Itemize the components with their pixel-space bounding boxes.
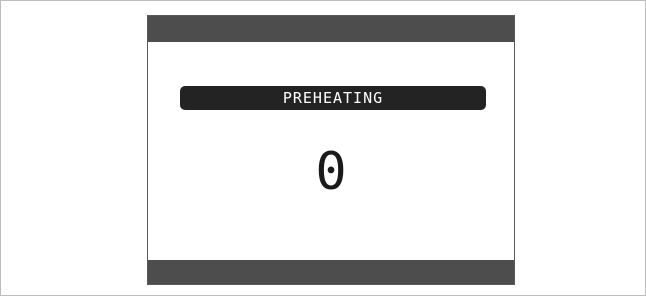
status-label: PREHEATING (282, 88, 384, 107)
value-readout: 0 (315, 142, 347, 202)
screen-bottom-bar (148, 260, 514, 284)
status-banner: PREHEATING (180, 86, 486, 110)
screen-top-bar (148, 16, 514, 42)
device-screen: PREHEATING 0 (147, 15, 515, 285)
figure-frame: PREHEATING 0 (0, 0, 646, 296)
